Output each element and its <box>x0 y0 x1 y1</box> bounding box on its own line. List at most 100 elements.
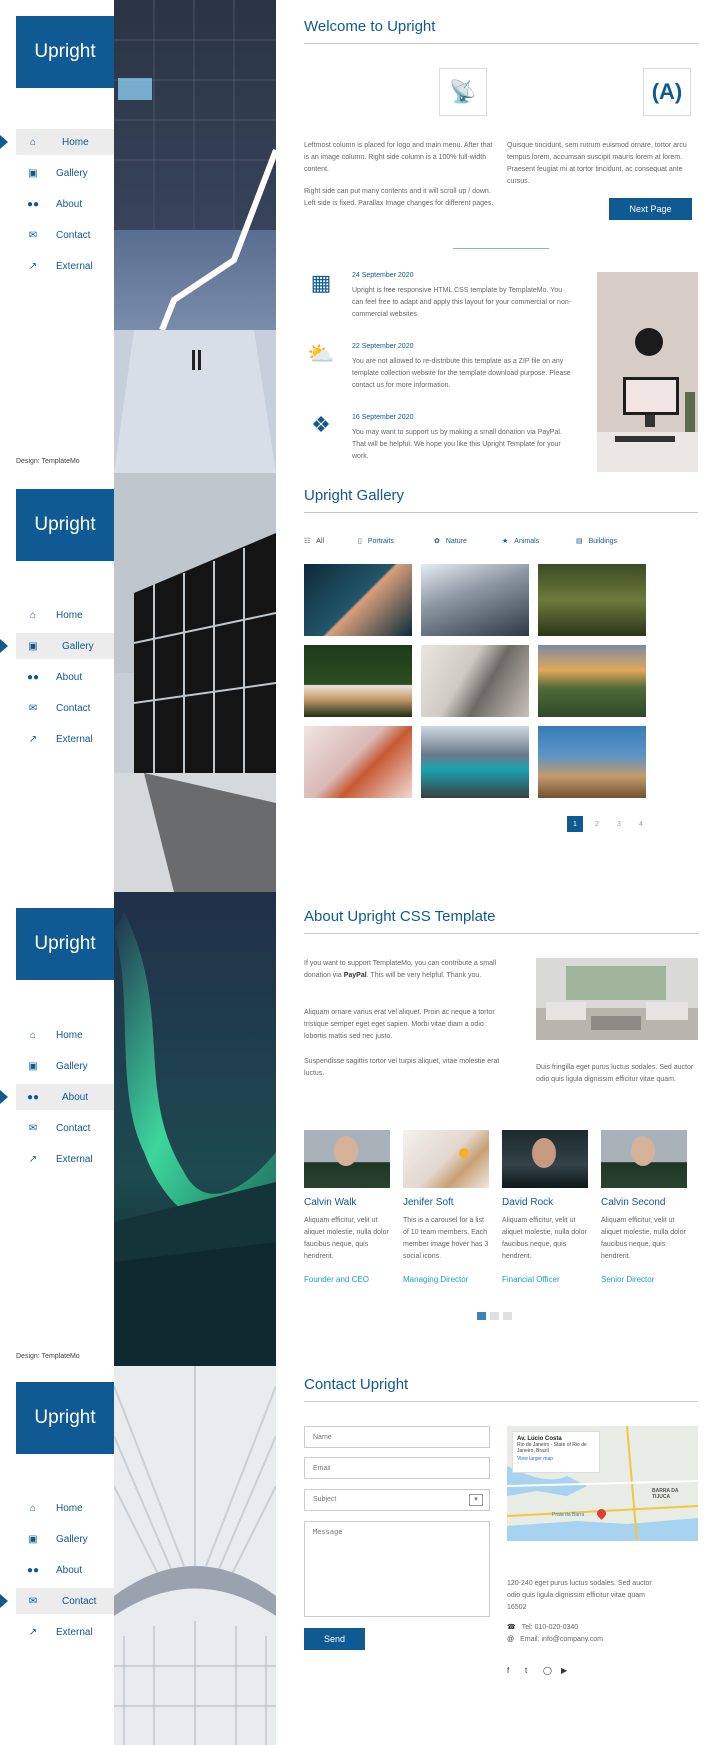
welcome-right-text: Quisque tincidunt, sem rutrum euismod or… <box>507 142 687 185</box>
nav-item-gallery[interactable]: ▣ Gallery <box>16 1053 114 1079</box>
nav-item-contact[interactable]: ✉ Contact <box>16 222 114 248</box>
image-icon: ▣ <box>28 167 38 179</box>
subject-select[interactable]: Subject ▼ <box>304 1489 490 1511</box>
active-arrow-icon <box>0 135 8 149</box>
pagination-page-1[interactable]: 1 <box>567 816 583 832</box>
broadcast-tower-icon: (A) <box>643 68 691 116</box>
next-page-button[interactable]: Next Page <box>609 198 692 220</box>
active-arrow-icon <box>0 1090 8 1104</box>
gallery-image-portrait-glasses[interactable] <box>304 564 412 636</box>
envelope-icon: ✉ <box>28 1595 38 1607</box>
filter-all[interactable]: ☷ All <box>304 537 324 546</box>
twitter-icon[interactable]: t <box>525 1666 527 1675</box>
nav-item-home[interactable]: ⌂ Home <box>16 602 114 628</box>
nav-item-contact[interactable]: ✉ Contact <box>0 1588 114 1614</box>
welcome-section: Upright ⌂ Home ▣ Gallery ●● About ✉ Contact … <box>0 0 720 473</box>
nav-item-home[interactable]: ⌂ Home <box>16 1495 114 1521</box>
logo[interactable]: Upright <box>16 16 114 88</box>
nav-item-gallery[interactable]: ▣ Gallery <box>16 1526 114 1552</box>
logo[interactable]: Upright <box>16 1382 114 1454</box>
carousel-dot-3[interactable] <box>503 1312 512 1320</box>
aurora-photo <box>114 892 276 1366</box>
nav-item-external[interactable]: ↗ External <box>16 253 114 279</box>
main-nav: ⌂ Home ▣ Gallery ●● About ✉ Contact ↗ Externa… <box>0 602 114 757</box>
leaf-icon: ✿ <box>434 538 440 545</box>
sidebar: Upright ⌂ Home ▣ Gallery ●● About ✉ Contact … <box>0 892 114 1366</box>
member-role: Financial Officer <box>502 1275 560 1284</box>
logo[interactable]: Upright <box>16 908 114 980</box>
grid-icon: ☷ <box>304 538 311 545</box>
paypal-link[interactable]: PayPal <box>344 972 367 979</box>
filter-animals[interactable]: ★ Animals <box>502 537 539 546</box>
contact-section: Upright ⌂ Home ▣ Gallery ●● About ✉ Contact … <box>0 1366 720 1745</box>
nav-item-about[interactable]: ●● About <box>16 664 114 690</box>
pagination-page-2[interactable]: 2 <box>589 816 605 832</box>
phone-icon: ☎ <box>507 1624 516 1631</box>
nav-item-about[interactable]: ●● About <box>16 191 114 217</box>
gallery-image-skyscrapers[interactable] <box>421 564 529 636</box>
nav-item-about[interactable]: ●● About <box>0 1084 114 1110</box>
contact-tel: ☎ Tel: 010-020-0340 <box>507 1624 579 1631</box>
gallery-image-lake[interactable] <box>421 726 529 798</box>
nav-item-gallery[interactable]: ▣ Gallery <box>0 633 114 659</box>
gallery-section: Upright ⌂ Home ▣ Gallery ●● About ✉ Contact … <box>0 473 720 892</box>
nav-item-gallery[interactable]: ▣ Gallery <box>16 160 114 186</box>
youtube-icon[interactable]: ▶ <box>561 1666 567 1675</box>
nav-item-contact[interactable]: ✉ Contact <box>16 695 114 721</box>
users-icon: ●● <box>26 198 40 210</box>
member-name: David Rock <box>502 1197 554 1208</box>
welcome-title: Welcome to Upright <box>304 18 698 44</box>
member-photo-jenifer-soft[interactable] <box>403 1130 489 1188</box>
name-input[interactable] <box>304 1426 490 1448</box>
home-icon: ⌂ <box>29 1502 37 1514</box>
gallery-image-forest[interactable] <box>538 564 646 636</box>
design-credit: Design: TemplateMo <box>16 458 80 465</box>
nav-item-about[interactable]: ●● About <box>16 1557 114 1583</box>
nav-item-home[interactable]: ⌂ Home <box>0 129 114 155</box>
nav-item-external[interactable]: ↗ External <box>16 1619 114 1645</box>
member-role: Founder and CEO <box>304 1275 369 1284</box>
about-text-1: If you want to support TemplateMo, you c… <box>304 960 497 979</box>
portrait-icon: ▯ <box>358 538 362 545</box>
view-larger-map-link[interactable]: View larger map <box>517 1456 595 1462</box>
nav-item-external[interactable]: ↗ External <box>16 1146 114 1172</box>
member-photo-calvin-second[interactable] <box>601 1130 687 1188</box>
map-label-praia: Praia da Barra <box>552 1512 585 1518</box>
carousel-dot-2[interactable] <box>490 1312 499 1320</box>
gallery-image-mountain-valley[interactable] <box>538 645 646 717</box>
gallery-image-city[interactable] <box>538 726 646 798</box>
pagination-page-4[interactable]: 4 <box>633 816 649 832</box>
main-nav: ⌂ Home ▣ Gallery ●● About ✉ Contact ↗ Externa… <box>0 129 114 284</box>
email-input[interactable] <box>304 1457 490 1479</box>
member-photo-calvin-walk[interactable] <box>304 1130 390 1188</box>
carousel-dot-1[interactable] <box>477 1312 486 1320</box>
map[interactable]: Av. Lúcio Costa Rio de Janeiro - State o… <box>507 1426 698 1541</box>
design-credit: Design: TemplateMo <box>16 1353 80 1360</box>
member-photo-david-rock[interactable] <box>502 1130 588 1188</box>
workspace-photo <box>597 272 698 472</box>
message-textarea[interactable] <box>304 1521 490 1617</box>
gallery-image-tiger[interactable] <box>304 645 412 717</box>
envelope-icon: ✉ <box>28 229 38 241</box>
contact-title: Contact Upright <box>304 1376 698 1402</box>
member-bio: Aliquam efficitur, velit ut aliquet mole… <box>502 1217 587 1260</box>
gallery-image-building[interactable] <box>421 645 529 717</box>
filter-buildings[interactable]: ▤ Buildings <box>576 537 617 546</box>
instagram-icon[interactable]: ◯ <box>543 1666 552 1675</box>
welcome-left-text-2: Right side can put many contents and it … <box>304 188 494 207</box>
nav-item-home[interactable]: ⌂ Home <box>16 1022 114 1048</box>
send-button[interactable]: Send <box>304 1628 365 1650</box>
logo[interactable]: Upright <box>16 489 114 561</box>
filter-portraits[interactable]: ▯ Portraits <box>358 537 394 546</box>
sidebar: Upright ⌂ Home ▣ Gallery ●● About ✉ Contact … <box>0 0 114 473</box>
member-bio: Aliquam efficitur, velit ut aliquet mole… <box>601 1217 686 1260</box>
nav-item-external[interactable]: ↗ External <box>16 726 114 752</box>
pagination-page-3[interactable]: 3 <box>611 816 627 832</box>
nav-item-contact[interactable]: ✉ Contact <box>16 1115 114 1141</box>
home-icon: ⌂ <box>29 136 37 148</box>
contact-address: 120-240 eget purus luctus sodales. Sed a… <box>507 1580 652 1611</box>
member-bio: Aliquam efficitur, velit ut aliquet mole… <box>304 1217 389 1260</box>
gallery-image-blossom-portrait[interactable] <box>304 726 412 798</box>
filter-nature[interactable]: ✿ Nature <box>434 537 467 546</box>
facebook-icon[interactable]: f <box>507 1666 509 1675</box>
